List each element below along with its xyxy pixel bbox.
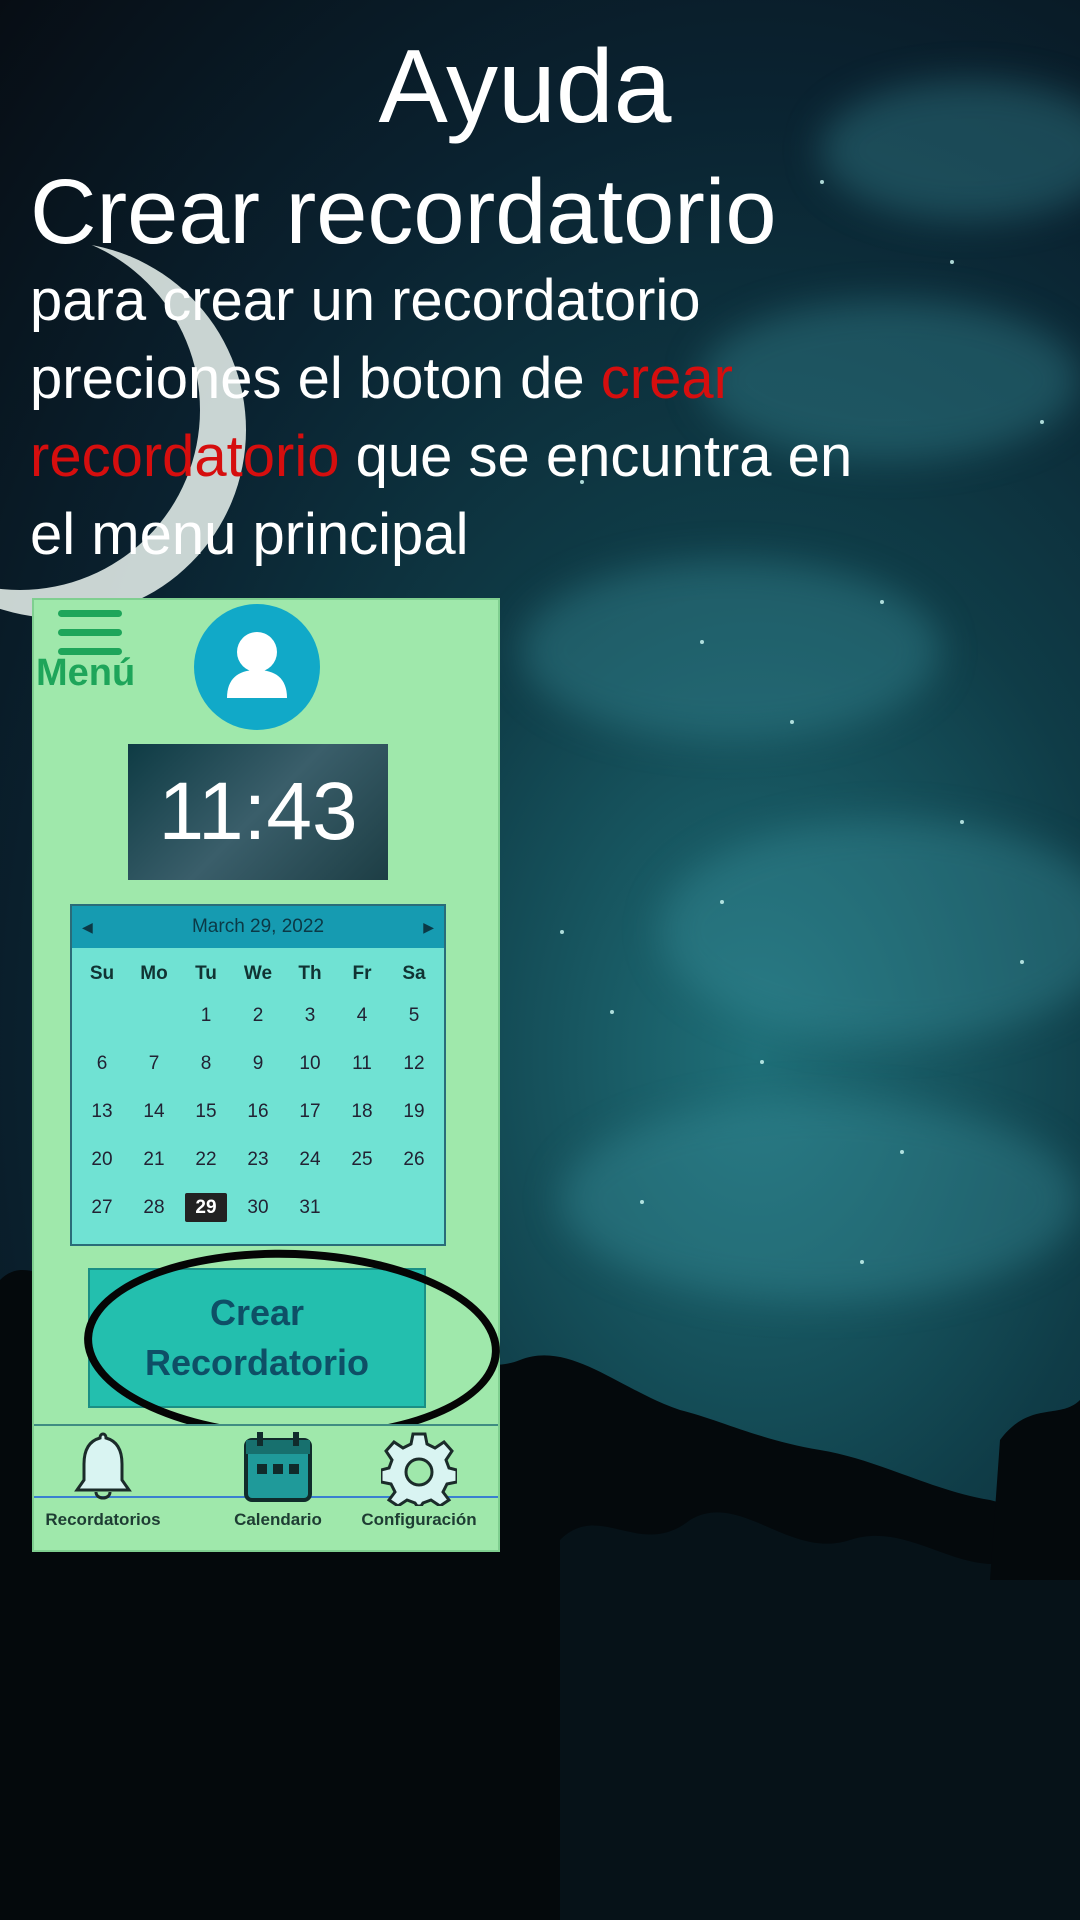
calendar-day[interactable]: 2	[232, 992, 284, 1040]
calendar-day[interactable]: 21	[128, 1136, 180, 1184]
weekday-label: Fr	[352, 963, 372, 984]
calendar-day[interactable]: 3	[284, 992, 336, 1040]
nav-item-settings[interactable]: Configuración	[344, 1430, 494, 1530]
calendar-day[interactable]: 22	[180, 1136, 232, 1184]
calendar-empty-cell	[128, 992, 180, 1040]
calendar-day[interactable]: 20	[76, 1136, 128, 1184]
calendar-day[interactable]: 17	[284, 1088, 336, 1136]
nav-item-calendar[interactable]: Calendario	[218, 1430, 338, 1530]
calendar-empty-cell	[336, 1184, 388, 1232]
nav-item-reminders[interactable]: Recordatorios	[38, 1430, 168, 1530]
create-reminder-button[interactable]: Crear Recordatorio	[88, 1268, 426, 1408]
section-title: Crear recordatorio	[30, 161, 777, 263]
calendar-day[interactable]: 7	[128, 1040, 180, 1088]
calendar-icon	[244, 1432, 312, 1502]
calendar-empty-cell	[76, 992, 128, 1040]
calendar-day[interactable]: 5	[388, 992, 440, 1040]
calendar-day[interactable]: 4	[336, 992, 388, 1040]
calendar-day[interactable]: 18	[336, 1088, 388, 1136]
nav-label-settings: Configuración	[361, 1510, 477, 1529]
chevron-right-icon[interactable]: ▶	[423, 919, 434, 936]
calendar-widget[interactable]: ◀ March 29, 2022 ▶ Su Mo Tu We Th Fr Sa 1 2 3 4 5 6 7…	[70, 904, 446, 1246]
calendar-day[interactable]: 19	[388, 1088, 440, 1136]
calendar-day[interactable]: 1	[180, 992, 232, 1040]
calendar-day[interactable]: 25	[336, 1136, 388, 1184]
calendar-empty-cell	[388, 1184, 440, 1232]
weekday-label: We	[243, 963, 273, 984]
menu-label[interactable]: Menú	[36, 652, 135, 695]
nav-label-reminders: Recordatorios	[45, 1510, 161, 1529]
calendar-day[interactable]: 16	[232, 1088, 284, 1136]
calendar-day[interactable]: 10	[284, 1040, 336, 1088]
calendar-day[interactable]: 12	[388, 1040, 440, 1088]
bottom-navigation: Recordatorios Calendario Configuración	[34, 1424, 498, 1550]
selected-day-label: 29	[185, 1193, 227, 1222]
calendar-day[interactable]: 13	[76, 1088, 128, 1136]
calendar-day[interactable]: 30	[232, 1184, 284, 1232]
calendar-day[interactable]: 27	[76, 1184, 128, 1232]
nav-label-calendar: Calendario	[234, 1510, 322, 1529]
chevron-left-icon[interactable]: ◀	[82, 919, 93, 936]
user-icon[interactable]	[194, 604, 320, 730]
calendar-day[interactable]: 23	[232, 1136, 284, 1184]
app-screenshot: Menú 11:43 ◀ March 29, 2022 ▶ Su Mo Tu We Th…	[32, 598, 504, 1552]
calendar-day[interactable]: 28	[128, 1184, 180, 1232]
weekday-label: Mo	[140, 963, 168, 984]
bell-icon	[74, 1432, 132, 1500]
calendar-header: ◀ March 29, 2022 ▶	[72, 906, 444, 948]
calendar-day[interactable]: 9	[232, 1040, 284, 1088]
page-title: Ayuda	[378, 29, 672, 145]
calendar-day[interactable]: 15	[180, 1088, 232, 1136]
calendar-grid: Su Mo Tu We Th Fr Sa 1 2 3 4 5 6 7 8 9 10 11 12 13 14 15 16 17 1…	[72, 948, 444, 1232]
calendar-day[interactable]: 26	[388, 1136, 440, 1184]
calendar-day[interactable]: 11	[336, 1040, 388, 1088]
clock-display: 11:43	[128, 744, 388, 880]
calendar-day[interactable]: 6	[76, 1040, 128, 1088]
weekday-label: Th	[298, 963, 322, 984]
weekday-label: Tu	[195, 963, 217, 984]
weekday-label: Su	[89, 963, 115, 984]
calendar-day[interactable]: 24	[284, 1136, 336, 1184]
gear-icon	[379, 1432, 459, 1508]
calendar-day[interactable]: 31	[284, 1184, 336, 1232]
create-button-line1: Crear	[209, 1292, 305, 1333]
calendar-day-selected[interactable]: 29	[180, 1184, 232, 1232]
help-description: para crear un recordatorio preciones el …	[30, 262, 870, 574]
calendar-day[interactable]: 14	[128, 1088, 180, 1136]
weekday-label: Sa	[402, 963, 426, 984]
create-button-line2: Recordatorio	[144, 1342, 370, 1383]
calendar-month-label: March 29, 2022	[191, 916, 325, 937]
calendar-day[interactable]: 8	[180, 1040, 232, 1088]
